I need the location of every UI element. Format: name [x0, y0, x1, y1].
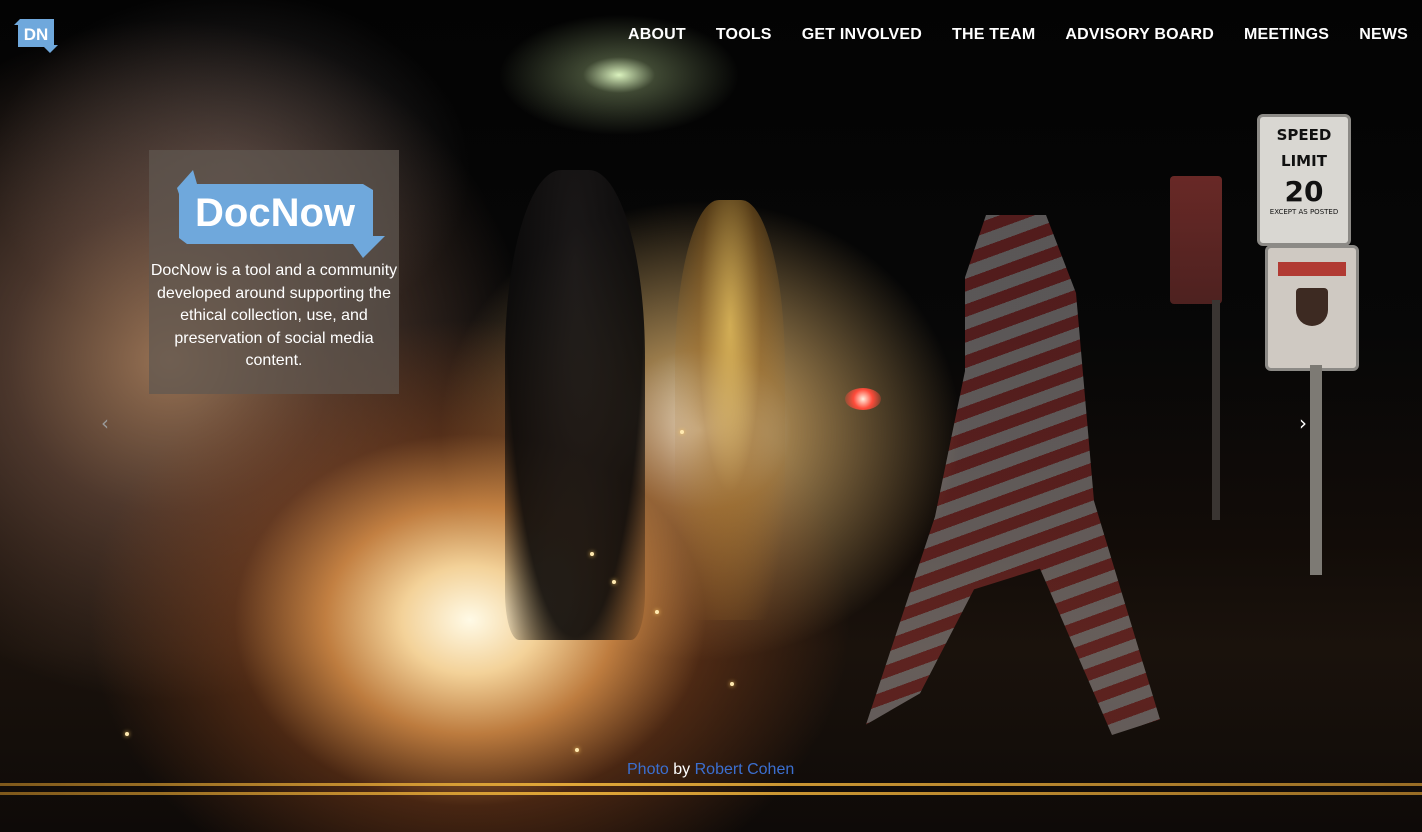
car-tail-light [845, 388, 881, 410]
protester-figure-middle [675, 200, 785, 620]
police-badge-icon [1296, 288, 1328, 326]
spark [655, 610, 659, 614]
nav-tools[interactable]: TOOLS [716, 26, 772, 44]
road-line [0, 783, 1422, 786]
author-link[interactable]: Robert Cohen [695, 761, 795, 778]
road-line [0, 792, 1422, 795]
spark [680, 430, 684, 434]
intro-description: DocNow is a tool and a community develop… [150, 262, 398, 369]
nav-news[interactable]: NEWS [1359, 26, 1408, 44]
speed-sign-line1: SPEED [1276, 126, 1332, 144]
spark [125, 732, 129, 736]
nav-the-team[interactable]: THE TEAM [952, 26, 1035, 44]
docnow-wordmark-logo: DocNow [177, 170, 385, 258]
spark [590, 552, 594, 556]
police-sign [1265, 245, 1359, 371]
speed-sign-line2: LIMIT [1281, 152, 1327, 170]
logo-small-text: DN [24, 25, 49, 44]
hero-photo: SPEED LIMIT 20 EXCEPT AS POSTED DN ABOUT… [0, 0, 1422, 832]
speed-sign-note: EXCEPT AS POSTED [1269, 208, 1339, 216]
nav-get-involved[interactable]: GET INVOLVED [802, 26, 922, 44]
photo-link[interactable]: Photo [627, 761, 669, 778]
docnow-logo-icon[interactable]: DN [14, 17, 58, 53]
nav-meetings[interactable]: MEETINGS [1244, 26, 1329, 44]
chevron-right-icon[interactable]: › [1299, 413, 1307, 433]
credit-by: by [673, 761, 691, 778]
sign-pole-left [1212, 300, 1220, 520]
nav-advisory-board[interactable]: ADVISORY BOARD [1065, 26, 1214, 44]
protester-figure-right [866, 215, 1160, 735]
sign-pole [1310, 365, 1322, 575]
intro-panel: DocNow DocNow is a tool and a community … [149, 150, 399, 394]
speed-limit-sign: SPEED LIMIT 20 EXCEPT AS POSTED [1257, 114, 1351, 246]
photo-credit: Photo by Robert Cohen [627, 761, 794, 779]
spark [730, 682, 734, 686]
main-nav: ABOUT TOOLS GET INVOLVED THE TEAM ADVISO… [598, 26, 1408, 44]
street-sign-red [1170, 176, 1222, 304]
speed-sign-value: 20 [1284, 175, 1324, 208]
wordmark-text: DocNow [195, 191, 356, 235]
nav-about[interactable]: ABOUT [628, 26, 686, 44]
police-sign-bar [1278, 262, 1346, 276]
spark [575, 748, 579, 752]
chevron-left-icon[interactable]: ‹ [101, 413, 109, 433]
protester-figure-left [505, 170, 645, 640]
spark [612, 580, 616, 584]
